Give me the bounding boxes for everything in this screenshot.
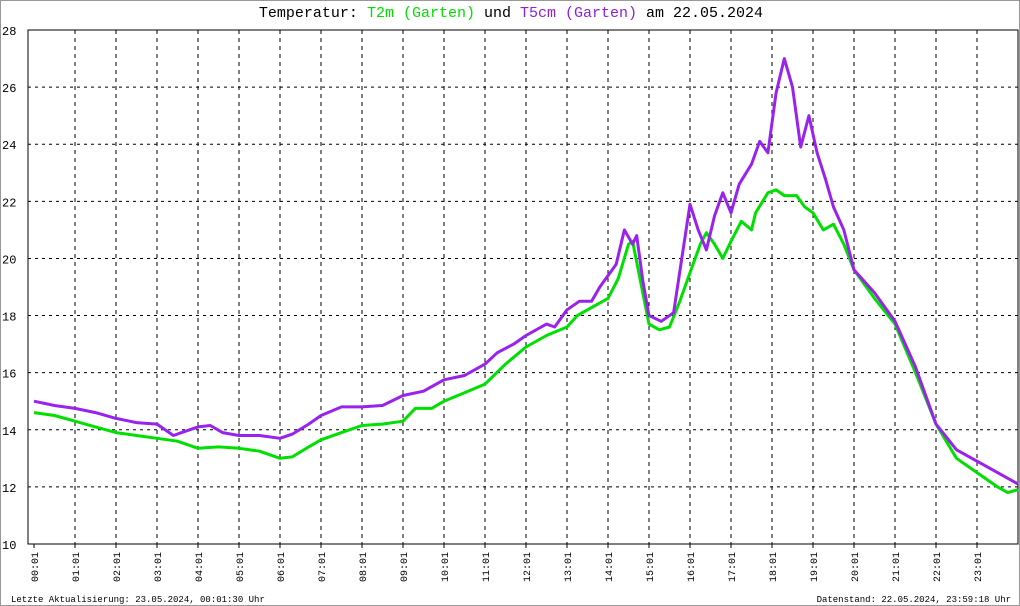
x-tick-label: 08:01 bbox=[359, 552, 370, 582]
x-tick-label: 03:01 bbox=[154, 552, 165, 582]
x-tick-label: 06:01 bbox=[277, 552, 288, 582]
x-tick-label: 12:01 bbox=[523, 552, 534, 582]
x-tick-label: 07:01 bbox=[318, 552, 329, 582]
x-tick-label: 18:01 bbox=[769, 552, 780, 582]
x-tick-label: 00:01 bbox=[31, 552, 42, 582]
x-tick-label: 14:01 bbox=[605, 552, 616, 582]
x-tick-label: 15:01 bbox=[646, 552, 657, 582]
x-tick-label: 16:01 bbox=[687, 552, 698, 582]
x-tick-label: 13:01 bbox=[564, 552, 575, 582]
y-tick-label: 12 bbox=[2, 482, 16, 496]
y-tick-label: 18 bbox=[2, 311, 16, 325]
x-tick-label: 02:01 bbox=[113, 552, 124, 582]
x-tick-label: 10:01 bbox=[441, 552, 452, 582]
y-tick-label: 28 bbox=[2, 25, 16, 39]
x-tick-label: 23:01 bbox=[974, 552, 985, 582]
y-tick-label: 16 bbox=[2, 368, 16, 382]
temperature-chart: Temperatur: T2m (Garten) und T5cm (Garte… bbox=[0, 0, 1020, 606]
last-update: Letzte Aktualisierung: 23.05.2024, 00:01… bbox=[11, 595, 265, 605]
x-tick-label: 01:01 bbox=[72, 552, 83, 582]
y-tick-label: 20 bbox=[2, 253, 16, 267]
plot-area: 10 12 14 16 18 20 22 24 26 28 00:01 01:01 02:01 03:01… bbox=[2, 25, 1019, 582]
y-tick-label: 14 bbox=[2, 425, 16, 439]
y-tick-label: 10 bbox=[2, 539, 16, 553]
x-tick-label: 22:01 bbox=[933, 552, 944, 582]
y-tick-label: 24 bbox=[2, 139, 16, 153]
x-tick-label: 21:01 bbox=[892, 552, 903, 582]
x-tick-label: 04:01 bbox=[195, 552, 206, 582]
x-tick-label: 19:01 bbox=[810, 552, 821, 582]
y-tick-label: 26 bbox=[2, 82, 16, 96]
x-tick-label: 17:01 bbox=[728, 552, 739, 582]
x-tick-label: 09:01 bbox=[400, 552, 411, 582]
data-timestamp: Datenstand: 22.05.2024, 23:59:18 Uhr bbox=[816, 595, 1011, 605]
y-tick-label: 22 bbox=[2, 196, 16, 210]
x-tick-label: 11:01 bbox=[482, 552, 493, 582]
x-tick-label: 05:01 bbox=[236, 552, 247, 582]
x-tick-label: 20:01 bbox=[851, 552, 862, 582]
